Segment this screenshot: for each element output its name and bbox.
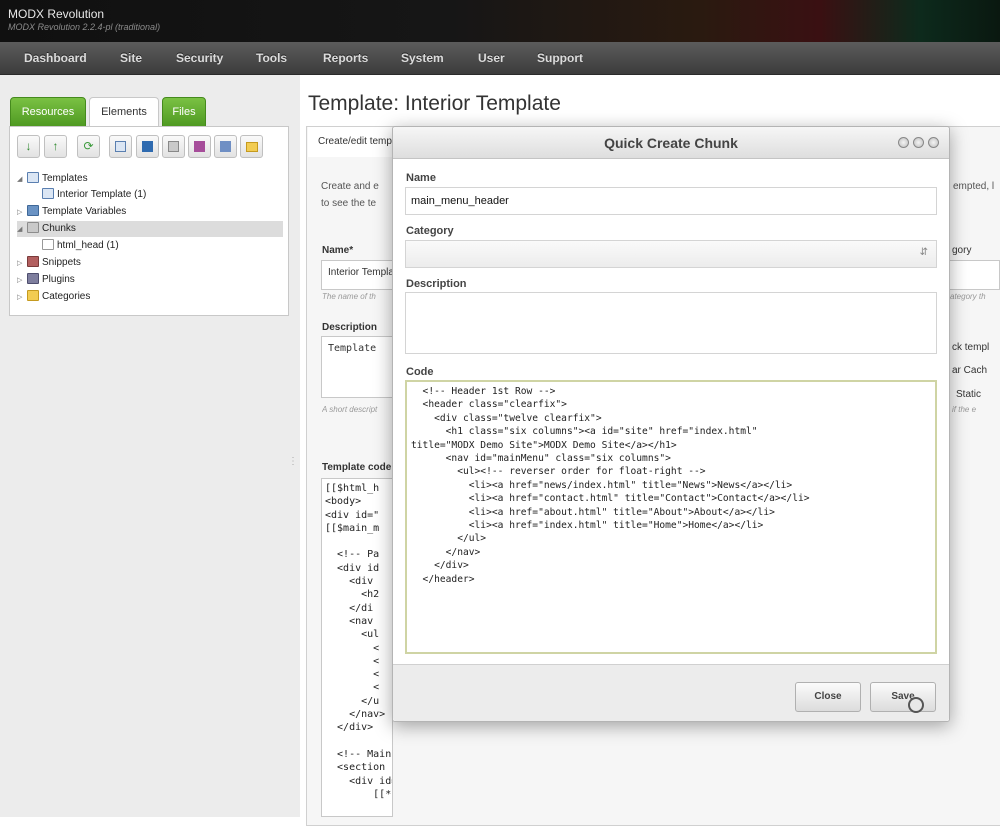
collapse-triangle-icon[interactable]: ▷ xyxy=(17,273,27,289)
nav-support[interactable]: Support xyxy=(537,51,583,65)
nav-tools[interactable]: Tools xyxy=(256,51,287,65)
tree-item-html-head[interactable]: html_head (1) xyxy=(32,238,287,254)
tab-resources[interactable]: Resources xyxy=(10,97,86,127)
main-navbar: Dashboard Site Security Tools Reports Sy… xyxy=(0,42,1000,75)
nav-user[interactable]: User xyxy=(478,51,505,65)
intro-text-right: empted, l xyxy=(953,181,995,192)
tree-item-snippets[interactable]: ▷ Snippets xyxy=(17,255,287,271)
name-label: Name* xyxy=(322,245,354,256)
folder-icon xyxy=(27,290,39,301)
new-snippet-icon[interactable] xyxy=(188,135,211,158)
collapse-triangle-icon[interactable]: ▷ xyxy=(17,256,27,272)
new-category-icon[interactable] xyxy=(240,135,263,158)
new-tv-icon[interactable] xyxy=(136,135,159,158)
tree-item-categories[interactable]: ▷ Categories xyxy=(17,289,287,305)
app-title: MODX Revolution xyxy=(8,7,105,21)
dialog-title: Quick Create Chunk xyxy=(604,135,738,151)
tree-item-template-variables[interactable]: ▷ Template Variables xyxy=(17,204,287,220)
chunk-description-textarea[interactable] xyxy=(405,292,937,354)
collapse-triangle-icon[interactable]: ▷ xyxy=(17,290,27,306)
nav-dashboard[interactable]: Dashboard xyxy=(24,51,87,65)
collapse-triangle-icon[interactable]: ▷ xyxy=(17,205,27,221)
minimize-icon[interactable] xyxy=(898,137,909,148)
plugin-icon xyxy=(27,273,39,284)
element-tree-panel: ↓ ↑ ⟳ ◢ Templates Interior Template (1) ▷… xyxy=(9,126,289,316)
tree-item-plugins[interactable]: ▷ Plugins xyxy=(17,272,287,288)
new-template-icon[interactable] xyxy=(109,135,132,158)
clear-cache-label[interactable]: ar Cach xyxy=(952,365,1000,376)
arrow-up-icon[interactable]: ↑ xyxy=(44,135,67,158)
new-chunk-icon[interactable] xyxy=(162,135,185,158)
tab-files[interactable]: Files xyxy=(162,97,206,127)
panel-splitter-handle[interactable]: ⋮ xyxy=(288,456,298,467)
mouse-cursor-icon xyxy=(908,697,924,713)
static-label[interactable]: Static xyxy=(956,389,1000,400)
save-button[interactable]: Save xyxy=(870,682,936,712)
chunk-name-input[interactable]: main_menu_header xyxy=(405,187,937,215)
maximize-icon[interactable] xyxy=(913,137,924,148)
tree-item-templates[interactable]: ◢ Templates xyxy=(17,171,287,187)
category-hint: ategory th xyxy=(950,292,986,301)
template-name-input[interactable]: Interior Template xyxy=(321,260,393,290)
nav-site[interactable]: Site xyxy=(120,51,142,65)
category-select[interactable] xyxy=(949,260,1000,290)
tree-item-chunks[interactable]: ◢ Chunks xyxy=(17,221,283,237)
chunk-code-label: Code xyxy=(406,366,434,378)
new-plugin-icon[interactable] xyxy=(214,135,237,158)
template-code-label: Template code xyxy=(322,462,392,473)
chunk-category-select[interactable]: ⇵ xyxy=(405,240,937,268)
document-icon xyxy=(42,239,54,250)
select-arrows-icon: ⇵ xyxy=(919,247,928,258)
chunk-description-label: Description xyxy=(406,278,467,290)
nav-security[interactable]: Security xyxy=(176,51,223,65)
expand-triangle-icon[interactable]: ◢ xyxy=(17,222,27,238)
template-folder-icon xyxy=(27,172,39,183)
static-hint: if the e xyxy=(952,405,977,414)
tab-elements[interactable]: Elements xyxy=(89,97,159,128)
refresh-icon[interactable]: ⟳ xyxy=(77,135,100,158)
top-header: MODX Revolution MODX Revolution 2.2.4-pl… xyxy=(0,0,1000,42)
dialog-footer: Close Save xyxy=(393,664,949,721)
snippet-icon xyxy=(27,256,39,267)
intro-text: Create and e to see the te xyxy=(321,181,379,209)
template-icon xyxy=(42,188,54,199)
category-label: gory xyxy=(952,245,972,256)
description-hint: A short descript xyxy=(322,405,378,414)
lock-template-label[interactable]: ck templ xyxy=(952,342,1000,353)
nav-system[interactable]: System xyxy=(401,51,444,65)
chunk-category-label: Category xyxy=(406,225,454,237)
nav-reports[interactable]: Reports xyxy=(323,51,368,65)
page-title: Template: Interior Template xyxy=(308,92,561,115)
arrow-down-icon[interactable]: ↓ xyxy=(17,135,40,158)
description-label: Description xyxy=(322,322,378,333)
tab-create-edit-template[interactable]: Create/edit template xyxy=(308,127,394,157)
name-hint: The name of th xyxy=(322,292,376,301)
template-description-input[interactable]: Template xyxy=(321,336,393,398)
chunk-icon xyxy=(27,222,39,233)
close-button[interactable]: Close xyxy=(795,682,861,712)
chunk-name-label: Name xyxy=(406,172,436,184)
template-code-editor[interactable]: [[$html_h <body> <div id=" [[$main_m <!-… xyxy=(321,478,393,817)
tree-item-interior-template[interactable]: Interior Template (1) xyxy=(32,187,287,203)
chunk-code-textarea[interactable]: <!-- Header 1st Row --> <header class="c… xyxy=(405,380,937,654)
tv-icon xyxy=(27,205,39,216)
quick-create-chunk-dialog: Quick Create Chunk Name main_menu_header… xyxy=(392,126,950,722)
close-icon[interactable] xyxy=(928,137,939,148)
dialog-titlebar[interactable]: Quick Create Chunk xyxy=(393,127,949,159)
app-version: MODX Revolution 2.2.4-pl (traditional) xyxy=(8,22,161,32)
expand-triangle-icon[interactable]: ◢ xyxy=(17,172,27,188)
